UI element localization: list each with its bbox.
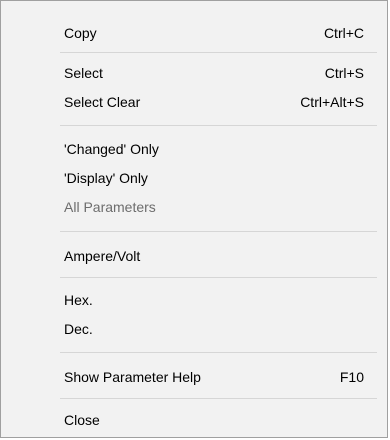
menu-item-label: Copy <box>64 24 97 41</box>
menu-item-label: Select <box>64 64 103 81</box>
menu-separator <box>60 352 377 353</box>
menu-item-display-only[interactable]: 'Display' Only <box>1 163 387 192</box>
context-menu: Copy Ctrl+C Select Ctrl+S Select Clear C… <box>0 0 388 438</box>
menu-separator <box>60 125 377 126</box>
menu-item-label: Close <box>64 411 100 428</box>
menu-item-shortcut: Ctrl+Alt+S <box>300 93 364 110</box>
menu-group-close: Close <box>1 405 387 434</box>
menu-item-shortcut: Ctrl+S <box>324 64 364 81</box>
menu-item-changed-only[interactable]: 'Changed' Only <box>1 134 387 163</box>
menu-item-label: Dec. <box>64 320 93 337</box>
menu-item-select-clear[interactable]: Select Clear Ctrl+Alt+S <box>1 87 387 116</box>
menu-group-select: Select Ctrl+S Select Clear Ctrl+Alt+S <box>1 58 387 116</box>
menu-group-copy: Copy Ctrl+C <box>1 18 387 47</box>
menu-item-label: 'Changed' Only <box>64 140 159 157</box>
menu-item-label: Select Clear <box>64 93 141 110</box>
menu-item-all-parameters: All Parameters <box>1 192 387 221</box>
menu-separator <box>60 231 377 232</box>
menu-item-hex[interactable]: Hex. <box>1 285 387 314</box>
menu-item-shortcut: Ctrl+C <box>323 24 364 41</box>
menu-item-close[interactable]: Close <box>1 405 387 434</box>
menu-item-label: All Parameters <box>64 198 156 215</box>
menu-item-dec[interactable]: Dec. <box>1 314 387 343</box>
menu-item-label: Ampere/Volt <box>64 247 141 264</box>
menu-item-show-parameter-help[interactable]: Show Parameter Help F10 <box>1 362 387 391</box>
menu-item-copy[interactable]: Copy Ctrl+C <box>1 18 387 47</box>
menu-item-label: 'Display' Only <box>64 169 148 186</box>
menu-group-help: Show Parameter Help F10 <box>1 362 387 391</box>
menu-item-shortcut: F10 <box>339 368 364 385</box>
menu-item-label: Hex. <box>64 291 93 308</box>
menu-separator <box>60 398 377 399</box>
menu-group-unit: Ampere/Volt <box>1 241 387 270</box>
menu-group-filter: 'Changed' Only 'Display' Only All Parame… <box>1 134 387 221</box>
menu-separator <box>60 52 377 53</box>
menu-separator <box>60 277 377 278</box>
menu-item-ampere-volt[interactable]: Ampere/Volt <box>1 241 387 270</box>
menu-group-radix: Hex. Dec. <box>1 285 387 343</box>
menu-item-label: Show Parameter Help <box>64 368 201 385</box>
menu-item-select[interactable]: Select Ctrl+S <box>1 58 387 87</box>
